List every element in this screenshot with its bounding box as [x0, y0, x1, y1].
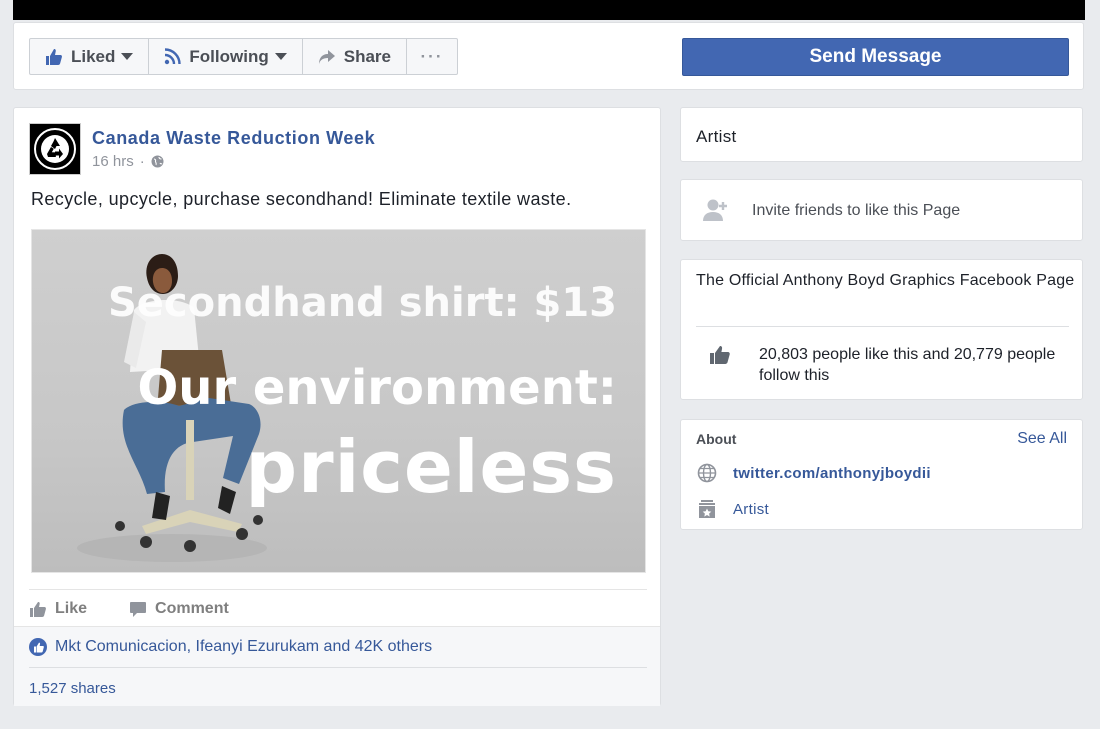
share-label: Share	[343, 46, 391, 66]
about-title: About	[696, 431, 737, 447]
page-description: The Official Anthony Boyd Graphics Faceb…	[696, 272, 1075, 289]
invite-friends-card[interactable]: Invite friends to like this Page	[680, 179, 1083, 241]
category-icon	[699, 500, 715, 518]
reactions-summary[interactable]: Mkt Comunicacion, Ifeanyi Ezurukam and 4…	[29, 638, 432, 656]
footer-divider	[29, 667, 647, 668]
shares-count[interactable]: 1,527 shares	[29, 680, 116, 697]
post-timestamp: 16 hrs ·	[92, 153, 164, 170]
page-button-group: Liked Following Share ···	[29, 38, 458, 75]
globe-icon	[151, 155, 164, 168]
info-divider	[696, 326, 1069, 327]
page-likes-text: 20,803 people like this and 20,779 peopl…	[759, 346, 1056, 384]
globe-icon	[697, 463, 717, 483]
page-avatar[interactable]	[29, 123, 81, 175]
thumbs-up-icon	[30, 601, 46, 617]
page-category: Artist	[696, 127, 737, 146]
image-caption-line-2: Our environment:	[137, 360, 617, 416]
post-action-row: Like Comment	[29, 596, 229, 622]
page-info-card: The Official Anthony Boyd Graphics Faceb…	[680, 259, 1083, 400]
post-image[interactable]: Secondhand shirt: $13 Our environment: p…	[31, 229, 646, 573]
post-time-separator: ·	[139, 153, 145, 170]
like-label: Like	[55, 600, 88, 617]
recycle-logo-icon	[34, 128, 76, 170]
reactions-text: Mkt Comunicacion, Ifeanyi Ezurukam and 4…	[55, 638, 433, 655]
thumbs-up-icon	[46, 48, 62, 65]
comment-button[interactable]: Comment	[129, 596, 229, 622]
more-icon: ···	[420, 46, 444, 66]
liked-button[interactable]: Liked	[30, 39, 150, 74]
about-website-row: twitter.com/anthonyjboydii	[697, 463, 931, 483]
post-text: Recycle, upcycle, purchase secondhand! E…	[31, 189, 572, 209]
about-card: About See All twitter.com/anthonyjboydii…	[680, 419, 1083, 530]
post-page-name[interactable]: Canada Waste Reduction Week	[92, 128, 375, 149]
liked-label: Liked	[71, 46, 116, 66]
following-button[interactable]: Following	[149, 39, 303, 74]
comment-label: Comment	[155, 600, 229, 617]
share-arrow-icon	[318, 49, 335, 64]
chevron-down-icon	[121, 53, 134, 60]
see-all-link[interactable]: See All	[1017, 430, 1067, 448]
invite-friends-text: Invite friends to like this Page	[752, 202, 961, 219]
like-reaction-icon	[29, 638, 47, 656]
category-card: Artist	[680, 107, 1083, 162]
post-card: Canada Waste Reduction Week 16 hrs · Rec…	[13, 107, 661, 706]
post-divider	[29, 589, 647, 590]
top-black-bar	[13, 0, 1085, 20]
thumbs-up-icon	[710, 346, 730, 364]
rss-icon	[165, 48, 182, 65]
post-footer: Mkt Comunicacion, Ifeanyi Ezurukam and 4…	[14, 626, 660, 706]
like-button[interactable]: Like	[29, 596, 87, 622]
about-category-row: Artist	[697, 499, 769, 519]
image-caption-line-1: Secondhand shirt: $13	[107, 280, 617, 326]
add-person-icon	[703, 199, 727, 221]
comment-icon	[130, 601, 147, 617]
about-category-link[interactable]: Artist	[733, 501, 769, 518]
chevron-down-icon	[274, 53, 287, 60]
share-button[interactable]: Share	[303, 39, 407, 74]
image-caption-line-3: priceless	[245, 425, 617, 509]
following-label: Following	[189, 46, 269, 66]
send-message-button[interactable]: Send Message	[682, 38, 1069, 76]
website-link[interactable]: twitter.com/anthonyjboydii	[733, 465, 931, 482]
page-action-bar: Liked Following Share ··· Send Message	[13, 22, 1084, 90]
post-time-text[interactable]: 16 hrs	[92, 153, 134, 170]
more-options-button[interactable]: ···	[407, 39, 457, 74]
